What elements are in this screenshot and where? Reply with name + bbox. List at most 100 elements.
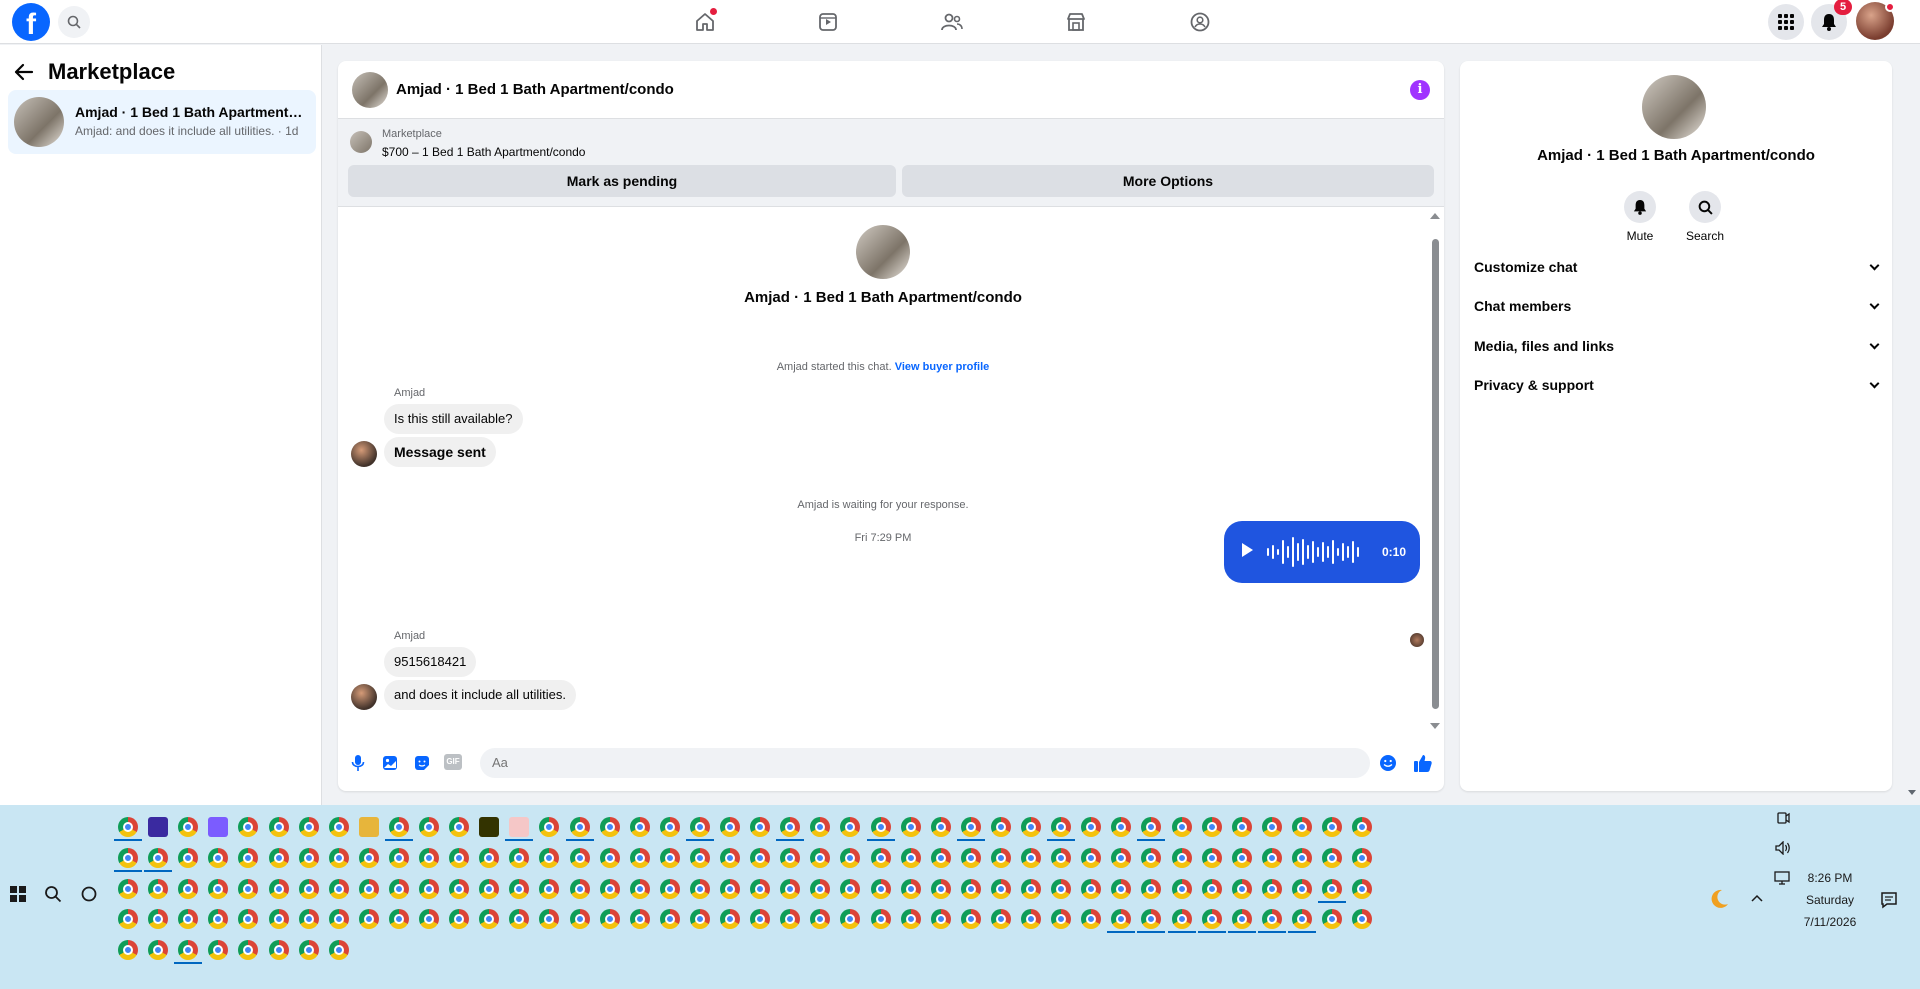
- chrome-icon[interactable]: [569, 878, 590, 899]
- chrome-icon[interactable]: [900, 847, 921, 868]
- gif-icon[interactable]: GIF: [444, 754, 462, 770]
- chrome-icon[interactable]: [238, 878, 259, 899]
- scrollbar-thumb[interactable]: [1432, 239, 1439, 709]
- chrome-icon[interactable]: [1141, 847, 1162, 868]
- windows-start-icon[interactable]: [10, 886, 26, 902]
- chrome-icon[interactable]: [1322, 847, 1342, 868]
- chrome-icon[interactable]: [539, 878, 560, 899]
- chrome-icon[interactable]: [689, 847, 710, 868]
- chrome-icon[interactable]: [1171, 817, 1192, 837]
- chrome-icon[interactable]: [659, 847, 680, 868]
- chrome-icon[interactable]: [479, 847, 500, 868]
- info-icon[interactable]: i: [1410, 80, 1430, 100]
- chrome-icon[interactable]: [780, 878, 801, 899]
- chrome-icon[interactable]: [1291, 878, 1312, 899]
- chrome-icon[interactable]: [1231, 817, 1252, 837]
- chrome-icon[interactable]: [659, 817, 680, 837]
- chrome-icon[interactable]: [990, 878, 1011, 899]
- chrome-icon[interactable]: [720, 878, 740, 899]
- chrome-icon[interactable]: [328, 909, 349, 930]
- chrome-icon[interactable]: [900, 909, 921, 930]
- chrome-icon[interactable]: [1322, 817, 1342, 837]
- chrome-icon[interactable]: [118, 817, 138, 837]
- chrome-icon[interactable]: [1291, 847, 1312, 868]
- chrome-icon[interactable]: [419, 909, 439, 930]
- volume-icon[interactable]: [1775, 841, 1791, 855]
- mute-action[interactable]: Mute: [1610, 191, 1670, 243]
- chrome-icon[interactable]: [328, 878, 349, 899]
- chrome-icon[interactable]: [1051, 878, 1072, 899]
- chrome-icon[interactable]: [449, 847, 470, 868]
- chrome-icon[interactable]: [1021, 847, 1041, 868]
- chrome-icon[interactable]: [268, 878, 289, 899]
- chrome-icon[interactable]: [298, 847, 319, 868]
- chrome-icon[interactable]: [178, 909, 199, 930]
- chrome-icon[interactable]: [720, 817, 740, 837]
- chrome-icon[interactable]: [870, 847, 891, 868]
- chrome-icon[interactable]: [599, 909, 620, 930]
- chrome-icon[interactable]: [1291, 909, 1312, 930]
- chrome-icon[interactable]: [930, 847, 951, 868]
- chrome-icon[interactable]: [810, 878, 831, 899]
- nav-marketplace[interactable]: [1056, 4, 1096, 40]
- chrome-icon[interactable]: [930, 817, 951, 837]
- chrome-icon[interactable]: [1322, 878, 1342, 899]
- chrome-icon[interactable]: [449, 878, 470, 899]
- chrome-icon[interactable]: [810, 847, 831, 868]
- chrome-icon[interactable]: [1261, 817, 1282, 837]
- more-options-button[interactable]: More Options: [902, 165, 1434, 197]
- chrome-icon[interactable]: [118, 847, 138, 868]
- meet-now-icon[interactable]: [1776, 811, 1790, 825]
- chrome-icon[interactable]: [960, 817, 981, 837]
- chrome-icon[interactable]: [268, 817, 289, 837]
- chrome-icon[interactable]: [358, 878, 379, 899]
- back-arrow-icon[interactable]: [14, 63, 34, 81]
- chrome-icon[interactable]: [328, 847, 349, 868]
- chrome-icon[interactable]: [208, 940, 229, 961]
- chrome-icon[interactable]: [900, 878, 921, 899]
- chrome-icon[interactable]: [1051, 817, 1072, 837]
- chrome-icon[interactable]: [358, 909, 379, 930]
- chrome-icon[interactable]: [268, 909, 289, 930]
- chrome-icon[interactable]: [388, 909, 409, 930]
- mark-as-pending-button[interactable]: Mark as pending: [348, 165, 896, 197]
- chrome-icon[interactable]: [689, 878, 710, 899]
- message-thread[interactable]: Amjad · 1 Bed 1 Bath Apartment/condo Amj…: [338, 209, 1444, 733]
- chrome-icon[interactable]: [298, 878, 319, 899]
- chrome-icon[interactable]: [1322, 909, 1342, 930]
- chrome-icon[interactable]: [750, 909, 771, 930]
- chrome-icon[interactable]: [208, 909, 229, 930]
- cortana-icon[interactable]: [80, 885, 98, 903]
- chrome-icon[interactable]: [750, 878, 771, 899]
- view-buyer-profile-link[interactable]: View buyer profile: [895, 361, 990, 373]
- chrome-icon[interactable]: [930, 878, 951, 899]
- chrome-icon[interactable]: [1352, 817, 1373, 837]
- chrome-icon[interactable]: [238, 847, 259, 868]
- chrome-icon[interactable]: [539, 909, 560, 930]
- chrome-icon[interactable]: [810, 817, 831, 837]
- chrome-icon[interactable]: [840, 878, 861, 899]
- chrome-icon[interactable]: [960, 847, 981, 868]
- chrome-icon[interactable]: [990, 847, 1011, 868]
- chrome-icon[interactable]: [148, 878, 169, 899]
- chrome-icon[interactable]: [1111, 817, 1132, 837]
- chrome-icon[interactable]: [720, 847, 740, 868]
- chrome-icon[interactable]: [870, 878, 891, 899]
- chrome-icon[interactable]: [118, 940, 138, 961]
- chrome-icon[interactable]: [238, 909, 259, 930]
- chrome-icon[interactable]: [1231, 909, 1252, 930]
- chrome-icon[interactable]: [1021, 909, 1041, 930]
- chrome-icon[interactable]: [569, 817, 590, 837]
- chrome-icon[interactable]: [930, 909, 951, 930]
- chrome-icon[interactable]: [990, 909, 1011, 930]
- search-button[interactable]: [58, 6, 90, 38]
- chrome-icon[interactable]: [1352, 878, 1373, 899]
- chrome-icon[interactable]: [298, 817, 319, 837]
- app-icon[interactable]: [208, 817, 229, 837]
- chrome-icon[interactable]: [599, 817, 620, 837]
- app-icon[interactable]: [479, 817, 500, 837]
- chrome-icon[interactable]: [1081, 909, 1102, 930]
- nav-home[interactable]: [685, 4, 725, 40]
- chrome-icon[interactable]: [720, 909, 740, 930]
- chrome-icon[interactable]: [1261, 909, 1282, 930]
